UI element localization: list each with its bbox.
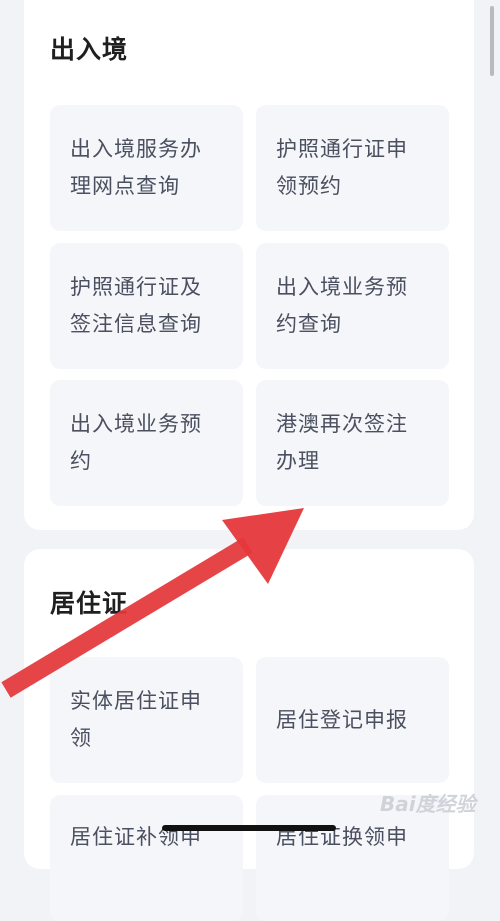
service-tile-hk-macau-reendorsement[interactable]: 港澳再次签注办理	[256, 380, 449, 506]
service-tile-office-locator[interactable]: 出入境服务办理网点查询	[50, 105, 243, 231]
tile-label: 护照通行证申领预约	[276, 137, 408, 198]
tile-label: 实体居住证申领	[70, 689, 202, 750]
section-title-residence-permit: 居住证	[50, 589, 129, 618]
service-tile-business-appointment[interactable]: 出入境业务预约	[50, 380, 243, 506]
tile-label: 出入境业务预约	[70, 412, 202, 473]
tile-label: 护照通行证及签注信息查询	[70, 275, 202, 336]
service-tile-passport-appointment[interactable]: 护照通行证申领预约	[256, 105, 449, 231]
service-tile-residence-registration[interactable]: 居住登记申报	[256, 657, 449, 783]
service-tile-appointment-query[interactable]: 出入境业务预约查询	[256, 243, 449, 369]
section-card-residence-permit: 居住证 实体居住证申领 居住登记申报 居住证补领申 居住证换领申	[24, 549, 474, 921]
tile-label: 居住登记申报	[276, 707, 408, 732]
vertical-scrollbar[interactable]	[490, 6, 494, 76]
watermark-logo: Bai度经验	[380, 792, 476, 816]
section-card-exit-entry: 出入境 出入境服务办理网点查询 护照通行证申领预约 护照通行证及签注信息查询 出…	[24, 0, 474, 530]
tile-label: 港澳再次签注办理	[276, 412, 408, 473]
home-indicator[interactable]	[162, 825, 336, 831]
tile-label: 出入境服务办理网点查询	[70, 137, 202, 198]
tile-label: 出入境业务预约查询	[276, 275, 408, 336]
service-tile-physical-permit-application[interactable]: 实体居住证申领	[50, 657, 243, 783]
section-title-exit-entry: 出入境	[50, 35, 129, 64]
service-tile-permit-reissue[interactable]: 居住证补领申	[50, 795, 243, 921]
service-tile-passport-visa-query[interactable]: 护照通行证及签注信息查询	[50, 243, 243, 369]
